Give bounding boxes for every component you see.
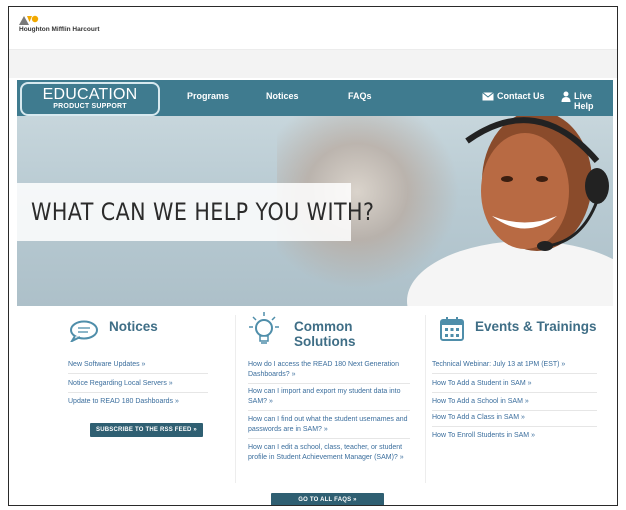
events-column: Events & Trainings Technical Webinar: Ju… (427, 307, 613, 505)
content-columns: Notices New Software Updates » Notice Re… (17, 307, 613, 505)
event-link-3[interactable]: How To Add a School in SAM » (432, 397, 529, 407)
company-name: Houghton Mifflin Harcourt (19, 26, 100, 33)
divider (432, 410, 597, 411)
calendar-icon (440, 317, 464, 341)
solutions-title: Common Solutions (294, 319, 356, 349)
header-spacer (9, 50, 617, 78)
column-divider (235, 315, 236, 483)
divider (432, 392, 597, 393)
notice-link-2[interactable]: Notice Regarding Local Servers » (68, 379, 173, 389)
speech-bubble-icon (70, 320, 98, 342)
nav-contact-us[interactable]: Contact Us (497, 91, 545, 101)
divider (432, 373, 597, 374)
person-icon (561, 91, 571, 102)
event-link-4[interactable]: How To Add a Class in SAM » (432, 413, 525, 423)
education-brand[interactable]: EDUCATION PRODUCT SUPPORT (20, 82, 160, 116)
notices-title: Notices (109, 319, 158, 334)
envelope-icon (482, 92, 494, 101)
hero-banner: WHAT CAN WE HELP YOU WITH? (17, 116, 613, 306)
divider (248, 410, 410, 411)
notice-link-1[interactable]: New Software Updates » (68, 360, 145, 370)
nav-faqs[interactable]: FAQs (348, 91, 372, 101)
support-agent-image (407, 116, 613, 306)
event-link-1[interactable]: Technical Webinar: July 13 at 1PM (EST) … (432, 360, 565, 370)
solutions-column: Common Solutions How do I access the REA… (237, 307, 417, 505)
event-link-2[interactable]: How To Add a Student in SAM » (432, 379, 532, 389)
brand-subtitle: PRODUCT SUPPORT (53, 103, 127, 110)
faq-link-1[interactable]: How do I access the READ 180 Next Genera… (248, 360, 413, 380)
main-nav: EDUCATION PRODUCT SUPPORT Programs Notic… (17, 80, 613, 116)
faq-link-2[interactable]: How can I import and export my student d… (248, 387, 413, 407)
nav-notices[interactable]: Notices (266, 91, 299, 101)
page-frame: Houghton Mifflin Harcourt EDUCATION PROD… (8, 6, 618, 506)
nav-programs[interactable]: Programs (187, 91, 229, 101)
events-title: Events & Trainings (475, 319, 597, 334)
divider (248, 438, 410, 439)
site-header: Houghton Mifflin Harcourt (9, 7, 617, 50)
nav-live-help[interactable]: Live Help (574, 91, 613, 111)
faq-link-4[interactable]: How can I edit a school, class, teacher,… (248, 443, 413, 463)
notices-column: Notices New Software Updates » Notice Re… (17, 307, 222, 505)
column-divider (425, 315, 426, 483)
notice-link-3[interactable]: Update to READ 180 Dashboards » (68, 397, 179, 407)
go-to-all-faqs-button[interactable]: GO TO ALL FAQS » (271, 493, 384, 505)
divider (248, 383, 410, 384)
lightbulb-icon (249, 312, 279, 344)
faq-link-3[interactable]: How can I find out what the student user… (248, 415, 413, 435)
event-link-5[interactable]: How To Enroll Students in SAM » (432, 431, 535, 441)
brand-title: EDUCATION (42, 86, 138, 103)
divider (68, 373, 208, 374)
divider (68, 392, 208, 393)
hmh-logo-icon (19, 15, 39, 25)
subscribe-rss-button[interactable]: SUBSCRIBE TO THE RSS FEED » (90, 423, 203, 437)
hero-headline: WHAT CAN WE HELP YOU WITH? (31, 198, 375, 226)
divider (432, 426, 597, 427)
